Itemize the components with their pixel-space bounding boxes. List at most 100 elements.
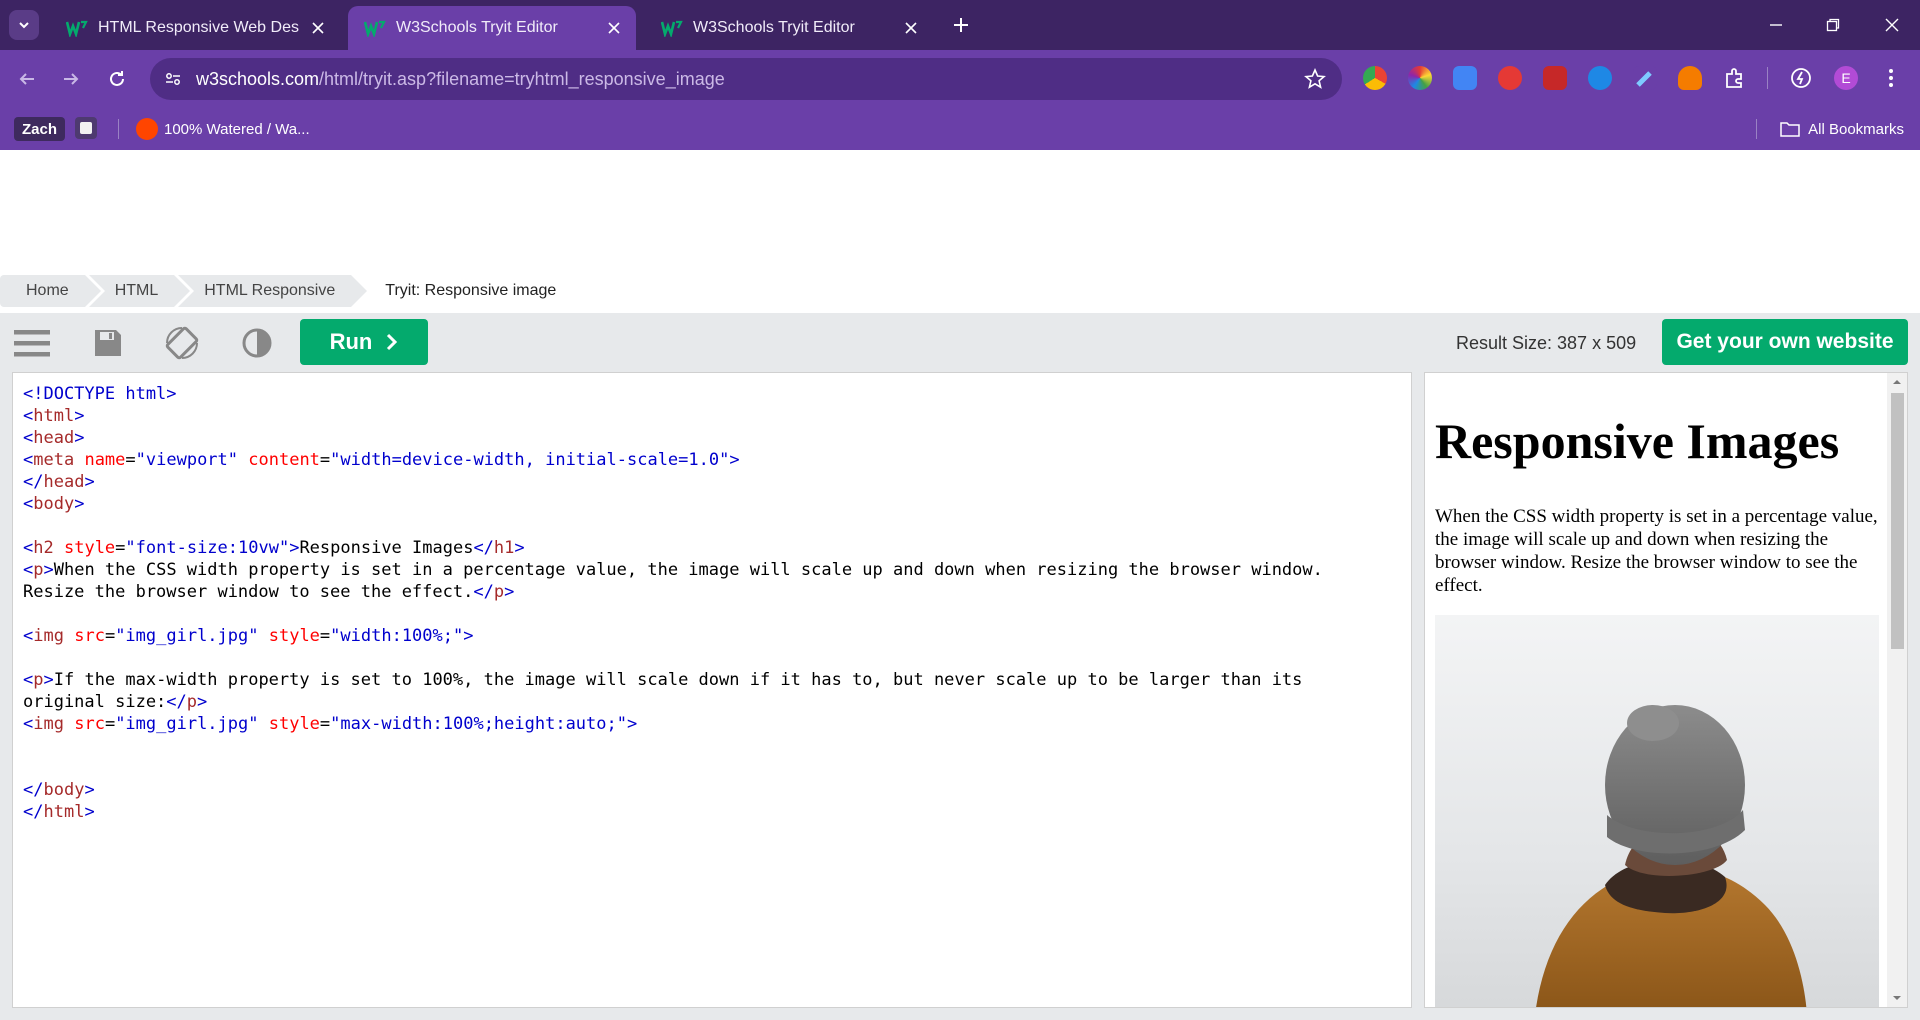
code-line: <head> [23, 428, 85, 448]
code-line: </body> [23, 780, 95, 800]
tab-group-chip[interactable] [75, 117, 97, 139]
arrow-left-icon [19, 73, 34, 85]
breadcrumb-html[interactable]: HTML [88, 275, 190, 307]
tab-html-responsive[interactable]: HTML Responsive Web Design [50, 6, 340, 50]
code-line: Resize the browser window to see the eff… [23, 582, 515, 602]
close-tab-icon[interactable] [308, 18, 328, 38]
breadcrumb-current: Tryit: Responsive image [355, 275, 572, 307]
tab-search-button[interactable] [9, 10, 39, 40]
minimize-icon [1770, 24, 1782, 26]
rotate-orientation-button[interactable] [162, 323, 202, 363]
code-line: <img src="img_girl.jpg" style="max-width… [23, 714, 638, 734]
scrollbar-thumb[interactable] [1891, 393, 1904, 649]
menu-button[interactable] [12, 323, 52, 363]
run-label: Run [329, 329, 373, 354]
bookmark-item[interactable]: 100% Watered / Wa... [136, 117, 310, 141]
result-frame[interactable]: Responsive Images When the CSS width pro… [1424, 372, 1908, 1008]
extension-shazam-icon[interactable] [1588, 66, 1612, 90]
tab-tryit-editor-active[interactable]: W3Schools Tryit Editor [348, 6, 636, 50]
result-content: Responsive Images When the CSS width pro… [1435, 373, 1879, 1007]
restore-icon [1826, 18, 1840, 32]
site-info-icon[interactable] [162, 68, 184, 90]
minimize-control[interactable] [1761, 10, 1791, 40]
close-window-button[interactable] [1877, 10, 1907, 40]
run-button[interactable]: Run [300, 319, 428, 365]
toolbar-divider [1767, 67, 1768, 89]
extension-color-icon[interactable] [1408, 66, 1432, 90]
code-line: </html> [23, 802, 95, 822]
save-button[interactable] [88, 323, 128, 363]
w3schools-icon [66, 20, 88, 37]
extension-book-icon[interactable] [1543, 66, 1567, 90]
get-your-own-website-button[interactable]: Get your own website [1662, 319, 1908, 365]
reload-button[interactable] [102, 64, 132, 94]
arrow-right-icon [64, 73, 79, 85]
reddit-icon [136, 118, 158, 140]
profile-chip[interactable]: Zach [14, 117, 66, 141]
new-tab-button[interactable] [948, 12, 974, 38]
folder-icon [1780, 122, 1800, 137]
address-bar[interactable]: w3schools.com/html/tryit.asp?filename=tr… [150, 58, 1342, 100]
result-size-text: Result Size: 387 x 509 [1456, 333, 1637, 353]
result-heading: Responsive Images [1435, 413, 1840, 469]
scroll-down-arrow-icon[interactable] [1892, 993, 1902, 1003]
dark-mode-toggle[interactable] [237, 323, 277, 363]
result-scrollbar[interactable] [1887, 373, 1907, 1007]
ad-space [0, 150, 1920, 272]
bookmark-divider [118, 119, 119, 139]
all-bookmarks-button[interactable]: All Bookmarks [1780, 117, 1904, 141]
code-line: </head> [23, 472, 95, 492]
close-tab-icon[interactable] [901, 18, 921, 38]
tab-title: W3Schools Tryit Editor [693, 19, 855, 36]
back-button[interactable] [12, 64, 42, 94]
bookmark-label: 100% Watered / Wa... [164, 120, 310, 138]
tab-tryit-editor[interactable]: W3Schools Tryit Editor [645, 6, 933, 50]
code-editor[interactable]: <!DOCTYPE html> <html> <head> <meta name… [12, 372, 1412, 1008]
extension-chrome-icon[interactable] [1363, 66, 1387, 90]
browser-menu-icon[interactable] [1879, 66, 1903, 90]
w3schools-icon [364, 20, 386, 37]
bookmark-star-icon[interactable] [1304, 68, 1326, 90]
breadcrumb-home[interactable]: Home [0, 275, 101, 307]
url-text: w3schools.com/html/tryit.asp?filename=tr… [196, 69, 725, 90]
scroll-up-arrow-icon[interactable] [1892, 377, 1902, 387]
chevron-down-icon [19, 22, 29, 29]
extension-stop-icon[interactable] [1498, 66, 1522, 90]
contrast-icon [242, 328, 272, 358]
close-icon [1885, 18, 1899, 32]
code-line: <body> [23, 494, 85, 514]
girl-photo [1435, 615, 1879, 1007]
url-path: /html/tryit.asp?filename=tryhtml_respons… [319, 68, 725, 89]
bookmark-divider [1756, 119, 1757, 139]
save-icon [95, 330, 121, 356]
extension-translate-icon[interactable] [1453, 66, 1477, 90]
restore-control[interactable] [1818, 10, 1848, 40]
code-line: <!DOCTYPE html> [23, 384, 177, 404]
code-line: original size:</p> [23, 692, 208, 712]
code-line: <meta name="viewport" content="width=dev… [23, 450, 740, 470]
reload-icon [110, 71, 124, 86]
breadcrumb-html-responsive[interactable]: HTML Responsive [178, 275, 368, 307]
tab-title: HTML Responsive Web Design [98, 19, 300, 36]
close-tab-icon[interactable] [604, 18, 624, 38]
code-line: <p>When the CSS width property is set in… [23, 560, 1323, 580]
chevron-right-icon [387, 333, 398, 351]
performance-icon[interactable] [1789, 66, 1813, 90]
all-bookmarks-label: All Bookmarks [1808, 120, 1904, 138]
profile-avatar[interactable]: E [1834, 66, 1858, 90]
extension-pen-icon[interactable] [1633, 66, 1657, 90]
forward-button[interactable] [56, 64, 86, 94]
extensions-puzzle-icon[interactable] [1723, 66, 1747, 90]
profile-initial: E [1841, 70, 1851, 86]
code-line: <html> [23, 406, 85, 426]
extension-fox-icon[interactable] [1678, 66, 1702, 90]
code-line: <h2 style="font-size:10vw">Responsive Im… [23, 538, 525, 558]
breadcrumb: Home HTML HTML Responsive Tryit: Respons… [0, 275, 576, 307]
w3schools-icon [661, 20, 683, 37]
hamburger-menu-icon [14, 330, 50, 357]
tryit-toolbar: Run Result Size: 387 x 509 Get your own … [0, 313, 1920, 369]
